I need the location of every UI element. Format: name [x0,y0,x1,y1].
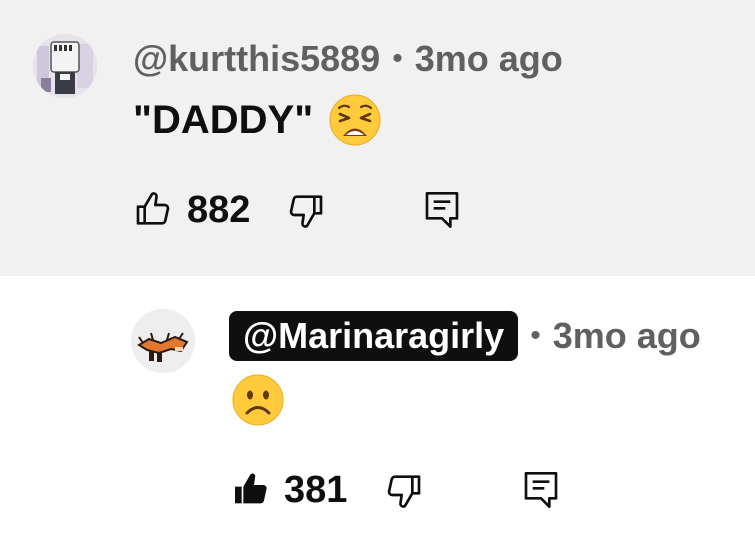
thumbs-up-outline-icon [136,192,170,225]
reply-comment-icon [425,192,459,229]
separator-dot: • [530,319,541,352]
highlighted-comment: @kurtthis5889 • 3mo ago "DADDY" 882 [0,0,755,276]
weary-face-emoji [329,94,381,146]
avatar[interactable] [131,309,195,373]
like-button-active[interactable]: 381 [230,466,347,514]
reply-comment: @Marinaragirly • 3mo ago 381 [0,276,755,537]
comment-actions: 882 [0,186,755,234]
separator-dot: • [392,42,403,75]
comment-author-highlighted[interactable]: @Marinaragirly [229,311,519,361]
reply-button[interactable] [422,186,462,234]
like-button[interactable]: 882 [133,186,250,234]
thumbs-down-outline-icon [387,475,421,508]
thumbs-up-filled-icon [235,473,267,504]
comment-author[interactable]: @kurtthis5889 [133,38,380,80]
thumbs-down-outline-icon [289,195,323,228]
dislike-button[interactable] [286,186,326,234]
comment-body: "DADDY" [133,97,314,142]
comment-header: @Marinaragirly • 3mo ago [229,309,701,363]
dislike-button[interactable] [384,466,424,514]
avatar-image [33,34,97,98]
like-count: 381 [284,468,348,511]
avatar[interactable] [33,34,97,98]
comment-actions: 381 [0,466,755,514]
avatar-image [131,309,195,373]
comment-text: "DADDY" [133,94,381,146]
like-count: 882 [187,188,251,231]
comment-timestamp[interactable]: 3mo ago [553,315,701,357]
reply-button[interactable] [521,466,561,514]
reply-comment-icon [524,472,558,508]
comment-text [232,374,284,426]
frowning-face-emoji [232,374,284,426]
comment-header: @kurtthis5889 • 3mo ago [133,36,563,82]
comment-timestamp[interactable]: 3mo ago [415,38,563,80]
